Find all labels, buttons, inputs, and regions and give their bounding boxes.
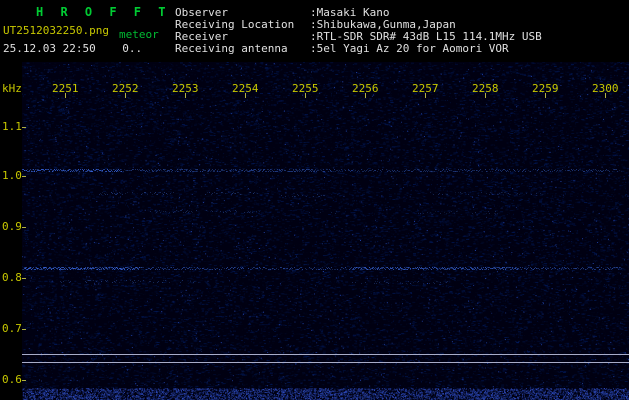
- x-tick-label: 2251: [52, 82, 79, 95]
- y-tick-label: 0.7: [2, 322, 22, 335]
- info-value-antenna: :5el Yagi Az 20 for Aomori VOR: [310, 42, 509, 55]
- spectrogram-canvas: [22, 62, 629, 400]
- y-tick-label: 0.9: [2, 220, 22, 233]
- y-tick-label: 1.0: [2, 169, 22, 182]
- info-value-observer: :Masaki Kano: [310, 6, 390, 19]
- info-label-location: Receiving Location: [175, 18, 295, 31]
- y-tick-label: 1.1: [2, 120, 22, 133]
- datetime-line: 25.12.03 22:50 0..: [3, 42, 143, 55]
- info-label-observer: Observer: [175, 6, 228, 19]
- hrofft-window: H R O F F T UT2512032250.png meteor 25.1…: [0, 0, 629, 400]
- y-tick-label: 0.6: [2, 373, 22, 386]
- x-tick-label: 2257: [412, 82, 439, 95]
- y-axis-unit: kHz: [2, 82, 22, 95]
- x-tick-label: 2300: [592, 82, 619, 95]
- x-tick-label: 2252: [112, 82, 139, 95]
- x-tick-label: 2259: [532, 82, 559, 95]
- x-tick-label: 2255: [292, 82, 319, 95]
- info-label-antenna: Receiving antenna: [175, 42, 288, 55]
- info-value-location: :Shibukawa,Gunma,Japan: [310, 18, 456, 31]
- info-label-receiver: Receiver: [175, 30, 228, 43]
- output-filename: UT2512032250.png: [3, 24, 109, 37]
- mode-label: meteor: [119, 28, 159, 41]
- x-tick-label: 2258: [472, 82, 499, 95]
- app-title: H R O F F T: [36, 5, 171, 19]
- x-tick-label: 2253: [172, 82, 199, 95]
- y-tick-label: 0.8: [2, 271, 22, 284]
- x-tick-label: 2256: [352, 82, 379, 95]
- x-tick-label: 2254: [232, 82, 259, 95]
- info-value-receiver: :RTL-SDR SDR# 43dB L15 114.1MHz USB: [310, 30, 542, 43]
